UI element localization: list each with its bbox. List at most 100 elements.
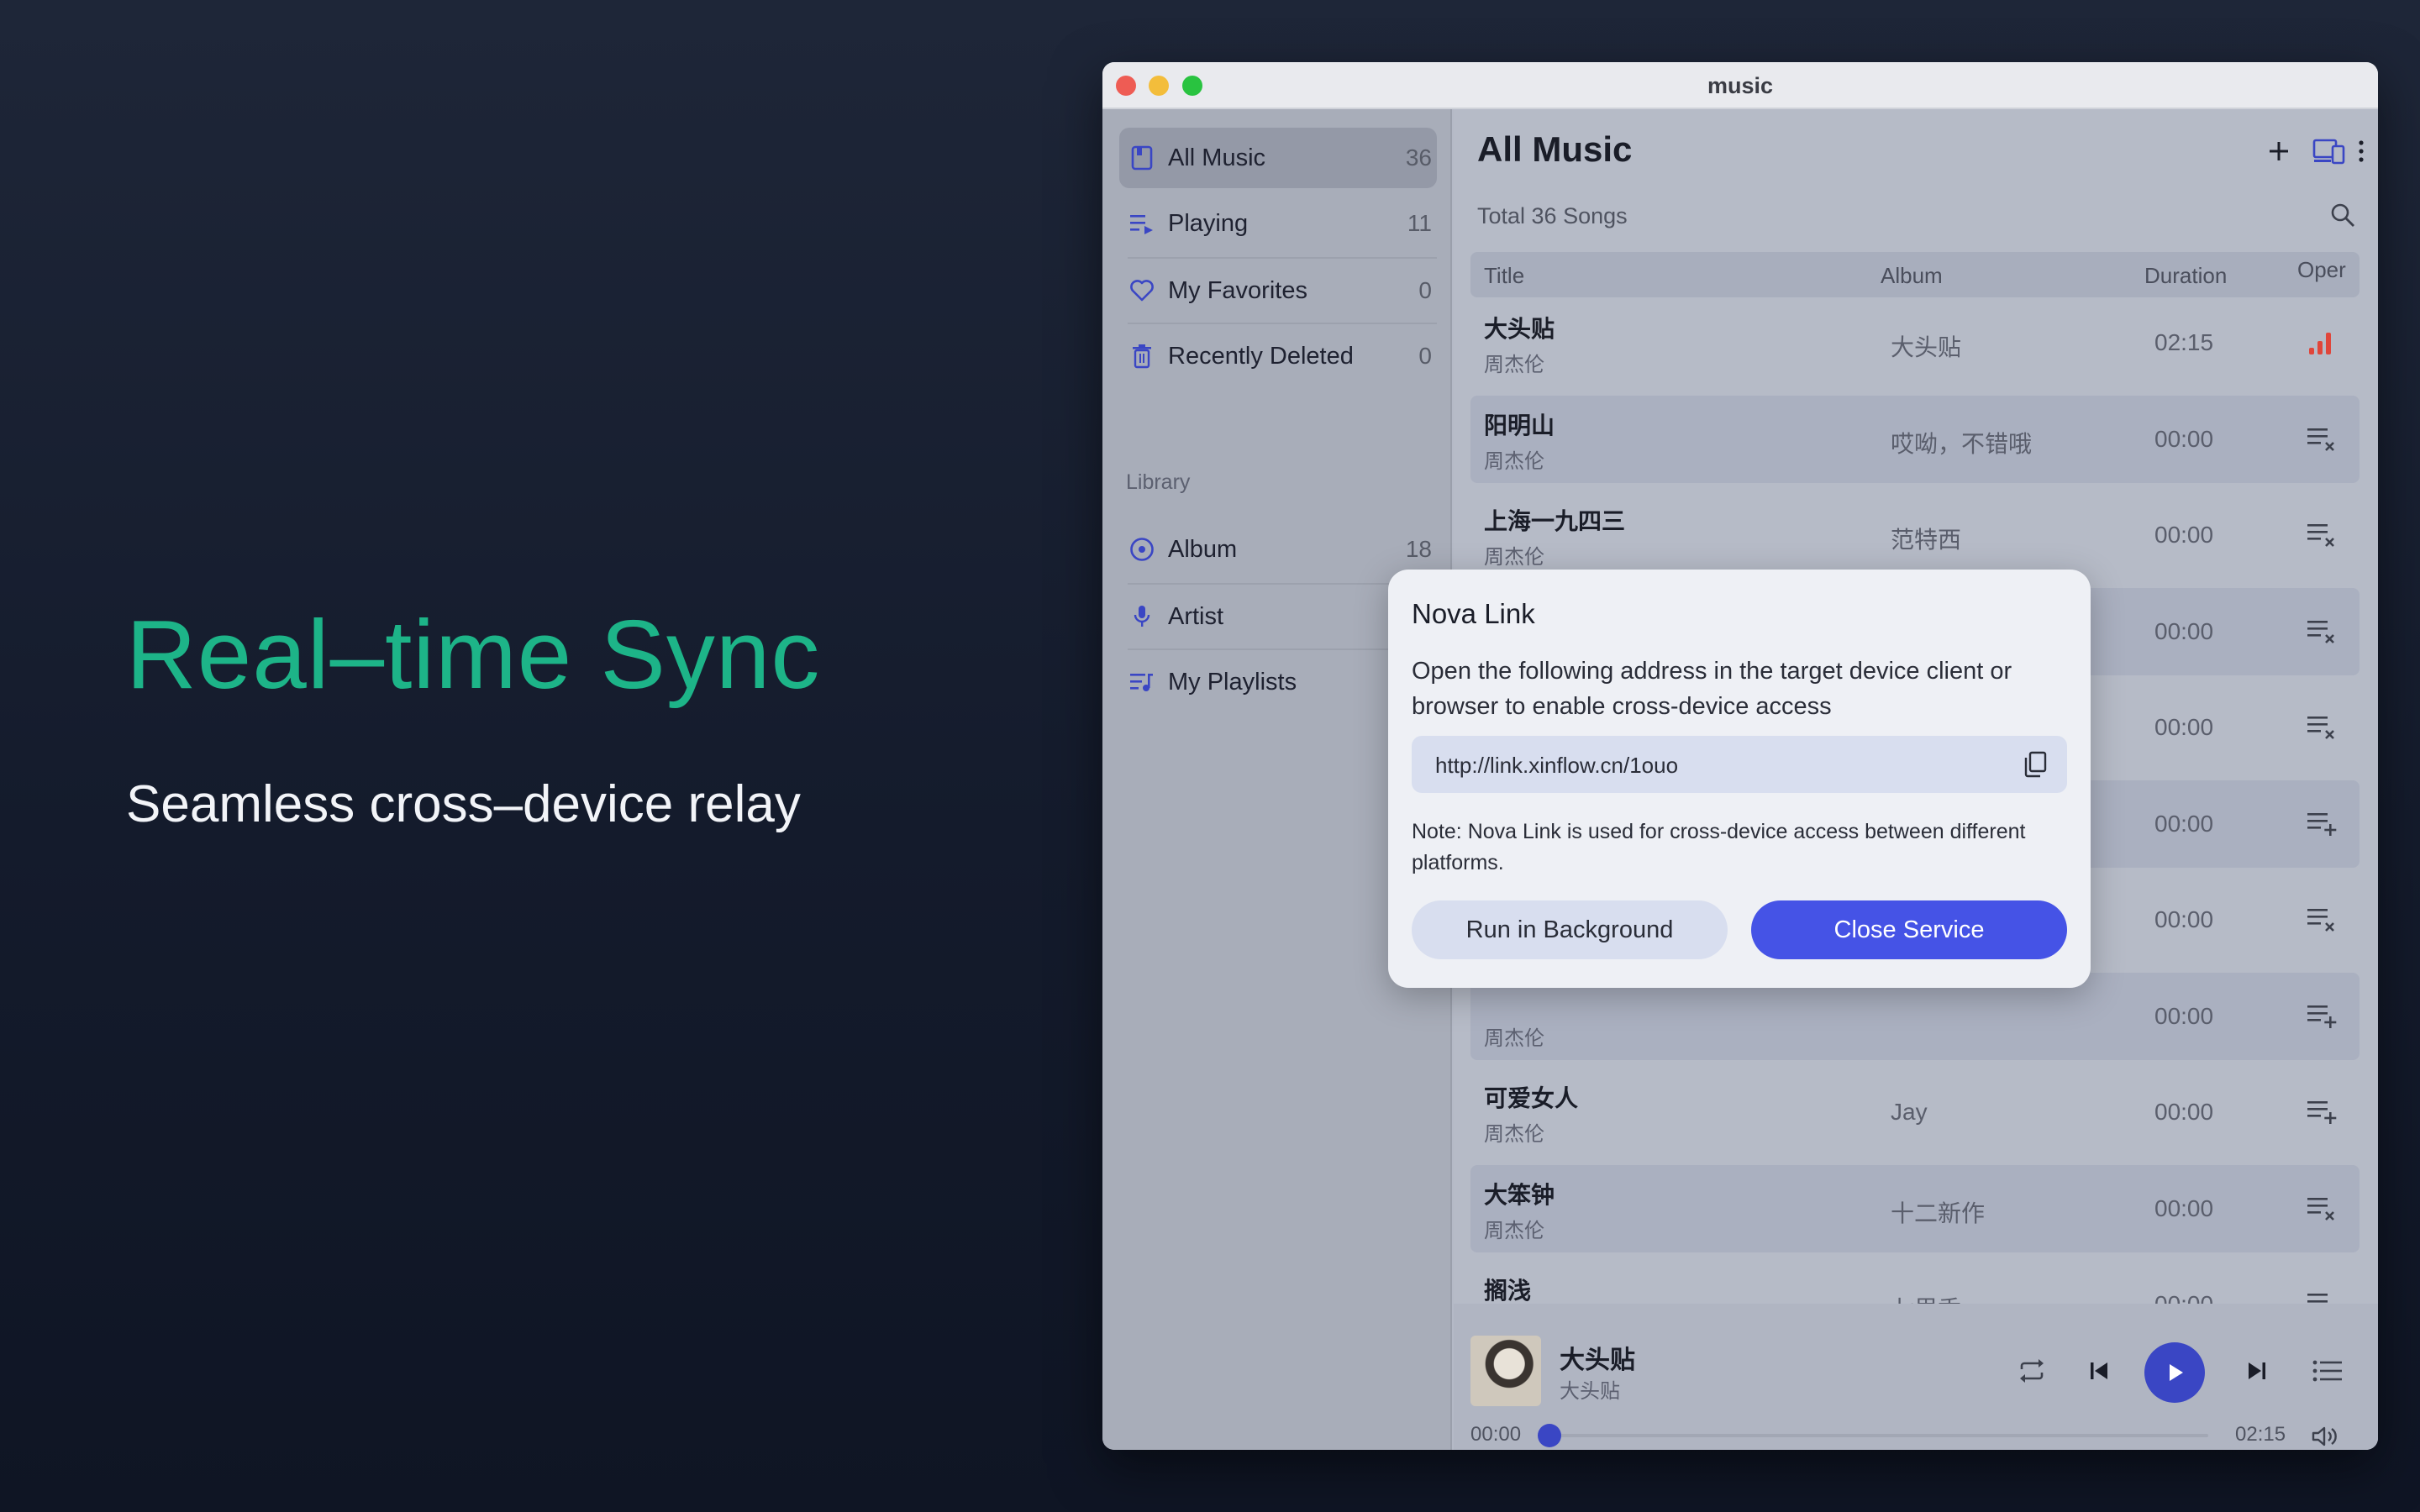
player-bar: 大头贴 大头贴 00:00 02:15	[1454, 1304, 2378, 1450]
sidebar-item-count: 0	[1418, 277, 1432, 303]
sidebar-item-label: Artist	[1168, 602, 1224, 630]
remove-from-queue-button[interactable]	[2302, 709, 2343, 746]
dialog-title: Nova Link	[1412, 598, 1535, 629]
remove-from-queue-icon	[2307, 717, 2334, 739]
search-button[interactable]	[2324, 197, 2361, 234]
add-button[interactable]	[2259, 131, 2299, 171]
volume-icon	[2312, 1426, 2337, 1446]
song-album: 范特西	[1891, 527, 1962, 553]
song-album: 哎呦，不错哦	[1891, 430, 2033, 457]
progress-slider[interactable]	[1538, 1424, 2208, 1447]
copy-button[interactable]	[2018, 748, 2052, 781]
sidebar-item-playing[interactable]: Playing 11	[1119, 193, 1437, 254]
dialog-note: Note: Nova Link is used for cross-device…	[1412, 820, 2026, 874]
column-title[interactable]: Title	[1484, 263, 1524, 289]
now-playing-indicator	[2302, 324, 2343, 361]
queue-list-button[interactable]	[2306, 1349, 2349, 1393]
remove-from-queue-icon	[2307, 1197, 2334, 1221]
mic-icon	[1129, 604, 1155, 629]
sidebar-item-count: 0	[1418, 343, 1432, 369]
sidebar-item-label: All Music	[1168, 144, 1266, 171]
sidebar-item-recently-deleted[interactable]: Recently Deleted 0	[1119, 326, 1437, 386]
table-row[interactable]: 大笨钟 周杰伦 十二新作 00:00	[1470, 1164, 2360, 1252]
song-title: 大笨钟	[1484, 1181, 1555, 1208]
now-playing-title: 大头贴	[1560, 1347, 1635, 1374]
song-title: 可爱女人	[1484, 1085, 1579, 1111]
add-to-queue-button[interactable]	[2302, 1094, 2343, 1131]
song-duration: 00:00	[2154, 1194, 2214, 1221]
book-icon	[1129, 145, 1155, 171]
search-icon	[2331, 203, 2354, 227]
column-duration[interactable]: Duration	[2144, 263, 2227, 289]
song-title: 大头贴	[1484, 316, 1555, 342]
queue-icon	[1129, 211, 1155, 236]
link-field[interactable]: http://link.xinflow.cn/1ouo	[1412, 736, 2067, 793]
song-duration: 00:00	[2154, 1099, 2214, 1125]
add-to-queue-button[interactable]	[2302, 806, 2343, 843]
song-duration: 00:00	[2154, 522, 2214, 548]
remove-from-queue-button[interactable]	[2302, 421, 2343, 458]
remove-from-queue-button[interactable]	[2302, 901, 2343, 938]
song-album: 大头贴	[1891, 334, 1962, 360]
remove-from-queue-icon	[2307, 620, 2334, 643]
column-oper: Oper	[2297, 257, 2346, 282]
table-row[interactable]: 大头贴 周杰伦 大头贴 02:15	[1470, 299, 2360, 386]
song-album: 十二新作	[1891, 1200, 1986, 1226]
add-to-queue-icon	[2307, 1005, 2337, 1028]
trash-icon	[1129, 344, 1155, 369]
dialog-description: Open the following address in the target…	[1412, 658, 2012, 720]
remove-from-queue-button[interactable]	[2302, 1190, 2343, 1227]
close-window-button[interactable]	[1116, 76, 1136, 96]
remove-from-queue-icon	[2307, 524, 2334, 547]
table-row[interactable]: 阳明山 周杰伦 哎呦，不错哦 00:00	[1470, 395, 2360, 483]
sidebar-item-all-music[interactable]: All Music 36	[1119, 128, 1437, 188]
add-to-queue-button[interactable]	[2302, 998, 2343, 1035]
more-options-button[interactable]	[2341, 131, 2378, 171]
remove-from-queue-button[interactable]	[2302, 517, 2343, 554]
table-row[interactable]: 上海一九四三 周杰伦 范特西 00:00	[1470, 491, 2360, 579]
song-artist: 周杰伦	[1484, 449, 1544, 473]
song-duration: 00:00	[2154, 906, 2214, 932]
play-button[interactable]	[2144, 1342, 2205, 1403]
volume-button[interactable]	[2307, 1420, 2341, 1450]
song-duration: 00:00	[2154, 425, 2214, 452]
minimize-window-button[interactable]	[1149, 76, 1169, 96]
page-title: All Music	[1477, 129, 1633, 169]
window-title: music	[1707, 73, 1774, 98]
remove-from-queue-button[interactable]	[2302, 613, 2343, 650]
library-section-label: Library	[1126, 470, 1191, 494]
next-icon	[2249, 1362, 2265, 1379]
sidebar-item-album[interactable]: Album 18	[1119, 519, 1437, 580]
song-title: 上海一九四三	[1484, 508, 1626, 534]
next-button[interactable]	[2235, 1349, 2279, 1393]
divider	[1128, 323, 1437, 324]
progress-knob[interactable]	[1538, 1424, 1561, 1447]
table-row[interactable]: 可爱女人 周杰伦 Jay 00:00	[1470, 1068, 2360, 1156]
column-album[interactable]: Album	[1881, 263, 1943, 289]
previous-button[interactable]	[2077, 1349, 2121, 1393]
heart-icon	[1129, 278, 1155, 303]
maximize-window-button[interactable]	[1182, 76, 1202, 96]
song-title: 搁浅	[1484, 1278, 1532, 1304]
sidebar-item-count: 36	[1405, 144, 1432, 171]
sidebar-item-count: 18	[1405, 536, 1432, 562]
plus-icon	[2270, 142, 2288, 160]
hero-title: Real–time Sync	[126, 600, 821, 709]
song-artist: 周杰伦	[1484, 354, 1544, 376]
run-in-background-button[interactable]: Run in Background	[1412, 900, 1728, 959]
album-cover[interactable]	[1470, 1336, 1541, 1406]
repeat-icon	[2020, 1359, 2044, 1383]
repeat-button[interactable]	[2010, 1349, 2054, 1393]
playlist-icon	[1129, 669, 1155, 695]
sidebar-item-my-favorites[interactable]: My Favorites 0	[1119, 260, 1437, 321]
link-url[interactable]: http://link.xinflow.cn/1ouo	[1435, 753, 1678, 779]
song-artist: 周杰伦	[1484, 1026, 1544, 1050]
song-duration: 00:00	[2154, 810, 2214, 837]
more-vertical-icon	[2359, 140, 2364, 162]
sidebar-item-label: My Favorites	[1168, 276, 1307, 304]
song-duration: 00:00	[2154, 714, 2214, 740]
song-artist: 周杰伦	[1484, 546, 1544, 569]
play-icon	[2170, 1364, 2183, 1381]
now-playing-album: 大头贴	[1560, 1380, 1620, 1403]
close-service-button[interactable]: Close Service	[1751, 900, 2067, 959]
